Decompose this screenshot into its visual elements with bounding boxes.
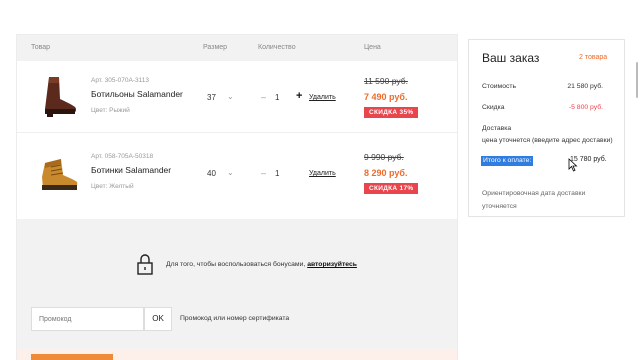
quantity-increase-button[interactable]: + [296, 90, 302, 102]
product-article: Арт. 058-705А-50318 [91, 153, 154, 160]
order-summary: Ваш заказ 2 товара Стоимость 21 580 руб.… [468, 39, 625, 217]
boot-image[interactable] [31, 149, 81, 195]
page-scrollbar[interactable] [636, 62, 638, 98]
sale-price: 8 290 руб. [364, 168, 408, 178]
chevron-down-icon[interactable]: ⌄ [227, 92, 234, 101]
bonus-text: Для того, чтобы воспользоваться бонусами… [166, 261, 306, 268]
delivery-value: цена уточнется (введите адрес доставки) [482, 137, 613, 144]
item-count: 2 товара [579, 54, 608, 61]
discount-badge: СКИДКА 35% [364, 107, 419, 118]
lock-icon [137, 254, 153, 275]
summary-title: Ваш заказ [482, 51, 540, 65]
total-label: Итого к оплате: [481, 156, 534, 166]
product-name[interactable]: Ботильоны Salamander [91, 89, 183, 99]
sale-price: 7 490 руб. [364, 92, 408, 102]
product-article: Арт. 305-070А-3113 [91, 77, 150, 84]
bonus-message: Для того, чтобы воспользоваться бонусами… [166, 261, 357, 268]
size-value[interactable]: 40 [207, 169, 216, 178]
cost-value: 21 580 руб. [567, 83, 603, 90]
size-value[interactable]: 37 [207, 93, 216, 102]
cart-table-header: Товар Размер Количество Цена [17, 35, 457, 61]
checkout-strip [17, 349, 457, 360]
mouse-cursor-icon [568, 158, 578, 172]
column-header-price: Цена [364, 44, 381, 51]
checkout-button[interactable] [31, 354, 113, 360]
delivery-label: Доставка [482, 125, 512, 132]
old-price: 9 990 руб. [364, 152, 404, 162]
chevron-down-icon[interactable]: ⌄ [227, 168, 234, 177]
quantity-value[interactable]: 1 [275, 169, 279, 178]
remove-item-link[interactable]: Удалить [309, 94, 336, 101]
cart-item: Арт. 305-070А-3113 Ботильоны Salamander … [17, 65, 457, 133]
product-name[interactable]: Ботинки Salamander [91, 165, 171, 175]
cart-item: Арт. 058-705А-50318 Ботинки Salamander Ц… [17, 141, 457, 209]
product-color: Цвет: Рыжий [91, 107, 130, 114]
column-header-quantity: Количество [258, 44, 296, 51]
column-header-size: Размер [203, 44, 228, 51]
cart-panel: Товар Размер Количество Цена Арт. 305-07… [16, 34, 458, 360]
quantity-decrease-button[interactable]: – [261, 92, 266, 102]
top-bar [0, 0, 640, 34]
bonus-section: Для того, чтобы воспользоваться бонусами… [17, 219, 457, 360]
login-link[interactable]: авторизуйтесь [307, 261, 357, 268]
discount-badge: СКИДКА 17% [364, 183, 419, 194]
cost-label: Стоимость [482, 83, 517, 90]
promo-hint: Промокод или номер сертификата [180, 315, 290, 322]
quantity-value[interactable]: 1 [275, 93, 279, 102]
discount-value: -5 800 руб. [568, 104, 603, 111]
remove-item-link[interactable]: Удалить [309, 170, 336, 177]
boot-image[interactable] [31, 73, 81, 119]
old-price: 11 590 руб. [364, 76, 408, 86]
promo-code-input[interactable] [31, 307, 144, 331]
quantity-decrease-button[interactable]: – [261, 168, 266, 178]
product-color: Цвет: Желтый [91, 183, 134, 190]
delivery-date-note: Ориентировочная дата доставки уточняется [482, 190, 586, 210]
discount-label: Скидка [482, 104, 505, 111]
apply-promo-button[interactable]: OK [144, 307, 172, 331]
column-header-product: Товар [31, 44, 51, 51]
